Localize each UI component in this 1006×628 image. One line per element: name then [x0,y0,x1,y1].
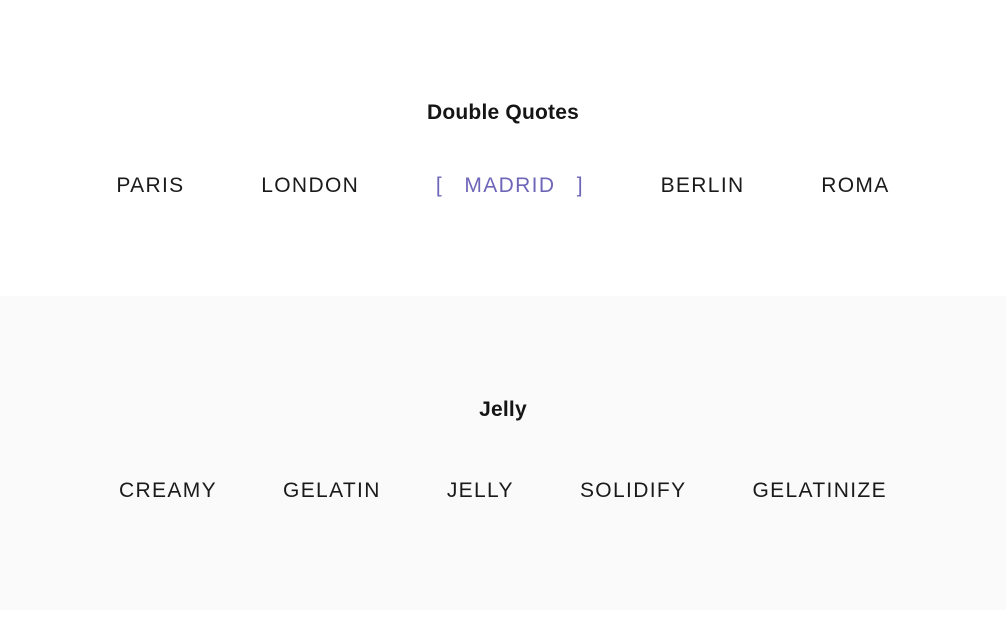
word-item[interactable]: CREAMY [119,477,217,505]
word-item[interactable]: PARIS [116,172,184,200]
section-title: Double Quotes [427,101,579,125]
word-label: MADRID [464,174,556,197]
word-row: CREAMY GELATIN JELLY SOLIDIFY GELATINIZE [0,477,1006,505]
word-label: SOLIDIFY [579,479,687,502]
section-title: Jelly [479,398,527,422]
word-item[interactable]: GELATIN [283,477,381,505]
word-row: PARIS LONDON [ MADRID ] BERLIN ROMA [0,172,1006,200]
section-double-quotes: Double Quotes PARIS LONDON [ MADRID ] BE… [0,0,1006,296]
word-item[interactable]: ROMA [821,172,889,200]
word-item[interactable]: BERLIN [661,172,745,200]
word-item[interactable]: JELLY [447,477,514,505]
word-label: JELLY [446,479,514,502]
word-item[interactable]: SOLIDIFY [580,477,687,505]
word-label: CREAMY [119,479,217,502]
bracket-open: [ [435,174,444,197]
word-label: BERLIN [660,174,745,197]
word-label: PARIS [116,174,185,197]
word-item[interactable]: GELATINIZE [752,477,886,505]
bracket-close: ] [576,174,584,197]
section-jelly: Jelly CREAMY GELATIN JELLY SOLIDIFY GELA… [0,296,1006,610]
word-label: GELATIN [283,479,381,502]
page-footer-space [0,610,1006,628]
word-label: LONDON [261,174,360,197]
page-root: Double Quotes PARIS LONDON [ MADRID ] BE… [0,0,1006,628]
word-item-marked[interactable]: [ MADRID ] [436,172,584,200]
word-label: ROMA [821,174,890,197]
word-item[interactable]: LONDON [261,172,359,200]
word-label: GELATINIZE [752,479,887,502]
